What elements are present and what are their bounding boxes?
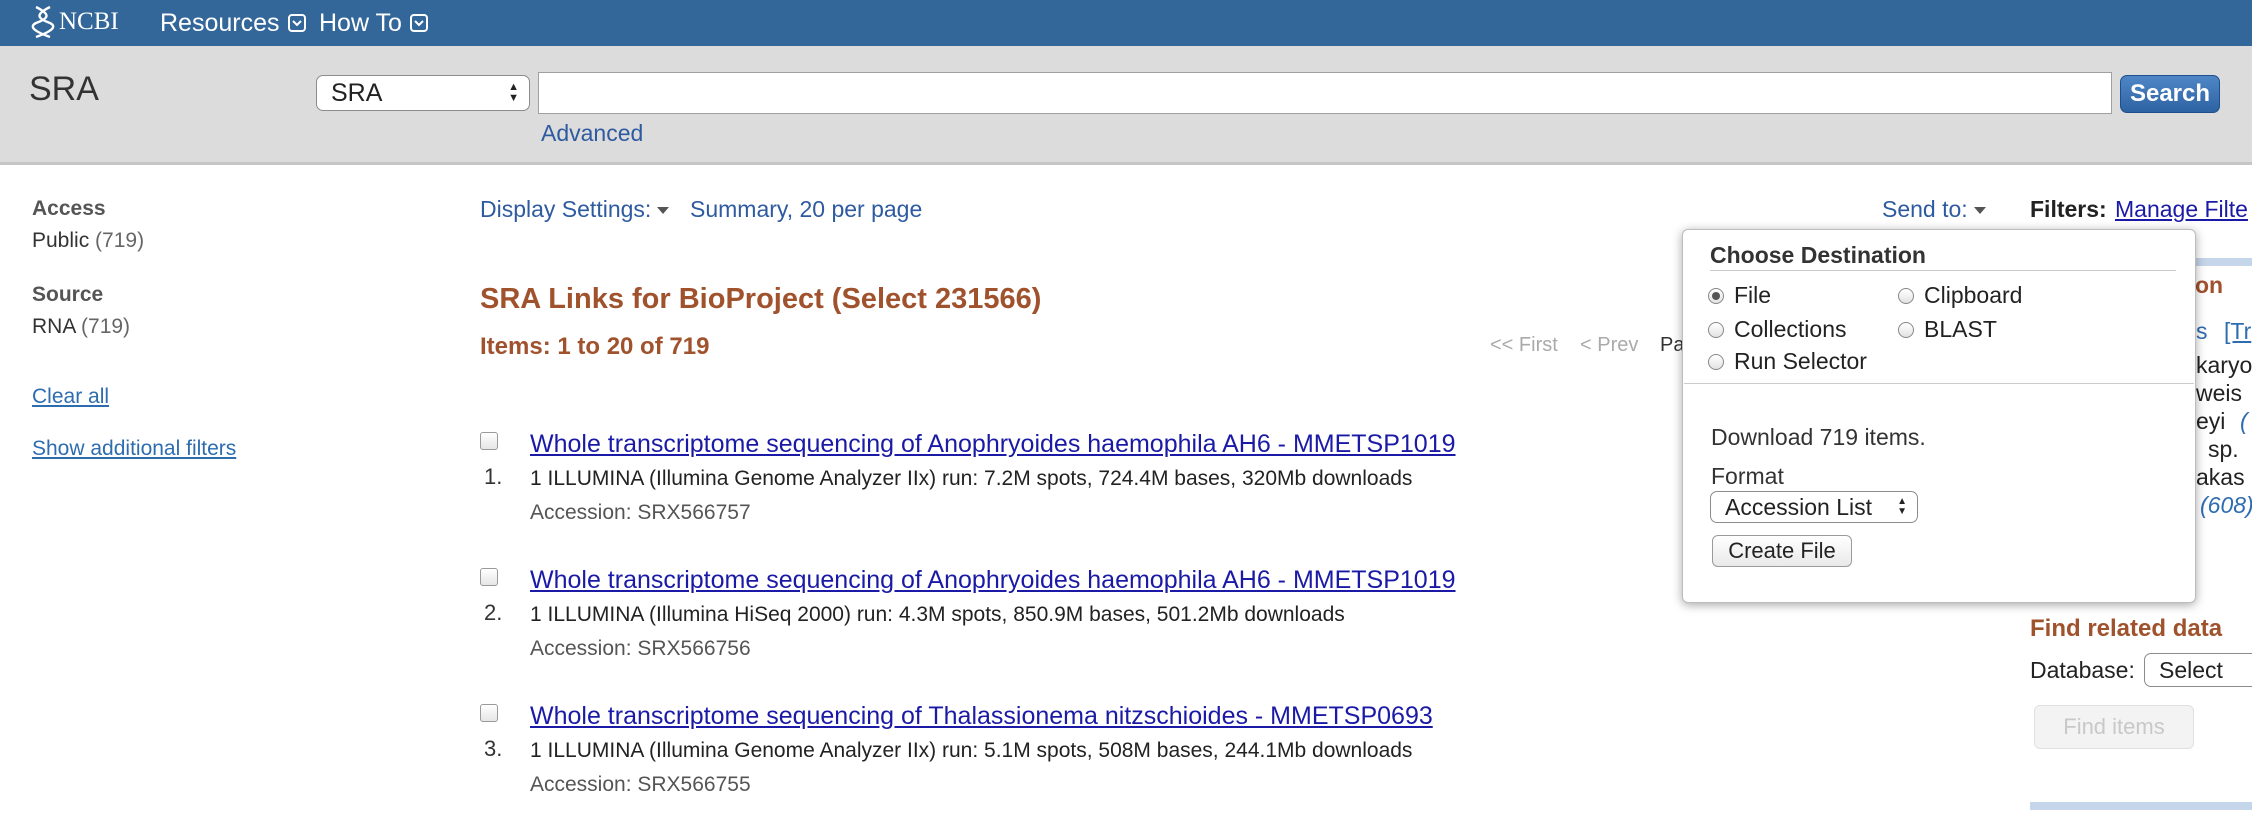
destination-file-label: File bbox=[1734, 282, 1772, 308]
destination-blast-label: BLAST bbox=[1924, 316, 1997, 342]
filter-group-access-heading: Access bbox=[32, 197, 106, 220]
find-items-button[interactable]: Find items bbox=[2034, 705, 2194, 749]
destination-blast-option[interactable]: BLAST bbox=[1898, 316, 1997, 343]
search-input[interactable] bbox=[538, 72, 2112, 114]
send-to-menu[interactable]: Send to: bbox=[1882, 196, 1986, 223]
filters-label: Filters: bbox=[2030, 196, 2107, 222]
search-button[interactable]: Search bbox=[2120, 75, 2220, 113]
right-panel-fragment: on bbox=[2195, 272, 2224, 298]
find-related-data-heading: Find related data bbox=[2030, 615, 2223, 642]
result-checkbox[interactable] bbox=[480, 568, 498, 586]
filter-rna-count: (719) bbox=[81, 315, 131, 338]
clear-all-link[interactable]: Clear all bbox=[32, 385, 109, 409]
send-to-label: Send to: bbox=[1882, 196, 1968, 222]
pager-prev[interactable]: < Prev bbox=[1580, 334, 1638, 357]
manage-filters-link[interactable]: Manage Filte bbox=[2115, 196, 2248, 223]
result-title-link[interactable]: Whole transcriptome sequencing of Anophr… bbox=[530, 430, 1456, 459]
destination-clipboard-option[interactable]: Clipboard bbox=[1898, 282, 2022, 309]
show-additional-filters-link[interactable]: Show additional filters bbox=[32, 437, 236, 461]
result-description: 1 ILLUMINA (Illumina Genome Analyzer IIx… bbox=[530, 467, 1413, 490]
filter-public-label: Public bbox=[32, 229, 90, 252]
nav-resources-label: Resources bbox=[160, 8, 280, 37]
right-panel-fragment[interactable]: s bbox=[2196, 318, 2208, 345]
popup-title: Choose Destination bbox=[1710, 242, 1926, 268]
advanced-search-link[interactable]: Advanced bbox=[541, 120, 643, 147]
result-title-link[interactable]: Whole transcriptome sequencing of Thalas… bbox=[530, 702, 1433, 731]
database-select[interactable]: SRA ▲ ▼ bbox=[316, 75, 530, 111]
radio-selected-icon[interactable] bbox=[1708, 287, 1724, 304]
format-select-value: Accession List bbox=[1725, 494, 1873, 520]
chevron-down-icon bbox=[409, 14, 428, 32]
results-title: SRA Links for BioProject (Select 231566) bbox=[480, 283, 1042, 315]
result-number: 1. bbox=[484, 464, 503, 489]
format-label: Format bbox=[1711, 463, 1784, 489]
right-panel-fragment: akas bbox=[2196, 464, 2245, 490]
right-panel-fragment: karyo bbox=[2196, 352, 2252, 378]
caret-down-icon bbox=[657, 207, 670, 215]
result-description: 1 ILLUMINA (Illumina HiSeq 2000) run: 4.… bbox=[530, 603, 1345, 626]
destination-clipboard-label: Clipboard bbox=[1924, 282, 2023, 308]
filter-group-source-heading: Source bbox=[32, 283, 104, 306]
right-panel-fragment: eyi bbox=[2196, 408, 2226, 434]
result-accession: Accession: SRX566755 bbox=[530, 773, 751, 796]
right-panel-fragment: sp. bbox=[2208, 436, 2239, 462]
right-panel-divider-bar bbox=[2030, 802, 2252, 810]
ncbi-logo-text: NCBI bbox=[59, 8, 119, 35]
database-title: SRA bbox=[29, 70, 99, 108]
ncbi-logo[interactable]: NCBI bbox=[30, 2, 119, 42]
right-panel-fragment: (608) bbox=[2200, 492, 2252, 518]
display-settings-label: Display Settings: bbox=[480, 196, 652, 222]
items-count: Items: 1 to 20 of 719 bbox=[480, 333, 710, 360]
radio-icon[interactable] bbox=[1708, 353, 1724, 370]
caret-down-icon bbox=[1973, 207, 1986, 215]
result-title-link[interactable]: Whole transcriptome sequencing of Anophr… bbox=[530, 566, 1456, 595]
pager-page-label: Pa bbox=[1660, 334, 1685, 356]
display-settings-menu[interactable]: Display Settings: bbox=[480, 196, 670, 223]
result-checkbox[interactable] bbox=[480, 432, 498, 450]
related-database-select[interactable]: Select bbox=[2144, 653, 2252, 687]
radio-icon[interactable] bbox=[1898, 321, 1914, 338]
right-panel-fragment: ( bbox=[2240, 408, 2248, 434]
filter-public[interactable]: Public (719) bbox=[32, 229, 144, 253]
filter-rna[interactable]: RNA (719) bbox=[32, 315, 130, 339]
download-count-text: Download 719 items. bbox=[1711, 424, 1926, 450]
select-arrows-icon: ▲ ▼ bbox=[508, 81, 519, 104]
chevron-down-icon bbox=[287, 14, 306, 32]
destination-collections-option[interactable]: Collections bbox=[1708, 316, 1847, 343]
database-label: Database: bbox=[2030, 657, 2135, 683]
destination-collections-label: Collections bbox=[1734, 316, 1847, 342]
right-panel-fragment[interactable]: [Tr bbox=[2224, 318, 2251, 345]
pager-first[interactable]: << First bbox=[1490, 334, 1558, 357]
nav-resources[interactable]: Resources bbox=[160, 8, 306, 38]
destination-file-option[interactable]: File bbox=[1708, 282, 1771, 309]
popup-divider bbox=[1684, 383, 2194, 384]
popup-title-divider bbox=[1710, 270, 2176, 271]
destination-run-selector-option[interactable]: Run Selector bbox=[1708, 348, 1867, 375]
filter-rna-label: RNA bbox=[32, 315, 76, 338]
dna-helix-icon bbox=[31, 5, 55, 39]
result-accession: Accession: SRX566757 bbox=[530, 501, 751, 524]
result-accession: Accession: SRX566756 bbox=[530, 637, 751, 660]
create-file-button[interactable]: Create File bbox=[1712, 535, 1852, 567]
result-description: 1 ILLUMINA (Illumina Genome Analyzer IIx… bbox=[530, 739, 1413, 762]
result-checkbox[interactable] bbox=[480, 704, 498, 722]
display-settings-value[interactable]: Summary, 20 per page bbox=[690, 196, 922, 223]
radio-icon[interactable] bbox=[1898, 287, 1914, 304]
database-select-value: SRA bbox=[331, 79, 383, 107]
select-arrows-icon: ▲ ▼ bbox=[1897, 496, 1907, 517]
format-select[interactable]: Accession List ▲ ▼ bbox=[1710, 491, 1918, 523]
destination-run-selector-label: Run Selector bbox=[1734, 348, 1867, 374]
result-number: 3. bbox=[484, 736, 503, 761]
filter-public-count: (719) bbox=[95, 229, 145, 252]
radio-icon[interactable] bbox=[1708, 321, 1724, 338]
nav-how-to[interactable]: How To bbox=[319, 8, 428, 38]
result-number: 2. bbox=[484, 600, 503, 625]
right-panel-fragment: weis bbox=[2196, 380, 2243, 406]
nav-how-to-label: How To bbox=[319, 8, 402, 37]
